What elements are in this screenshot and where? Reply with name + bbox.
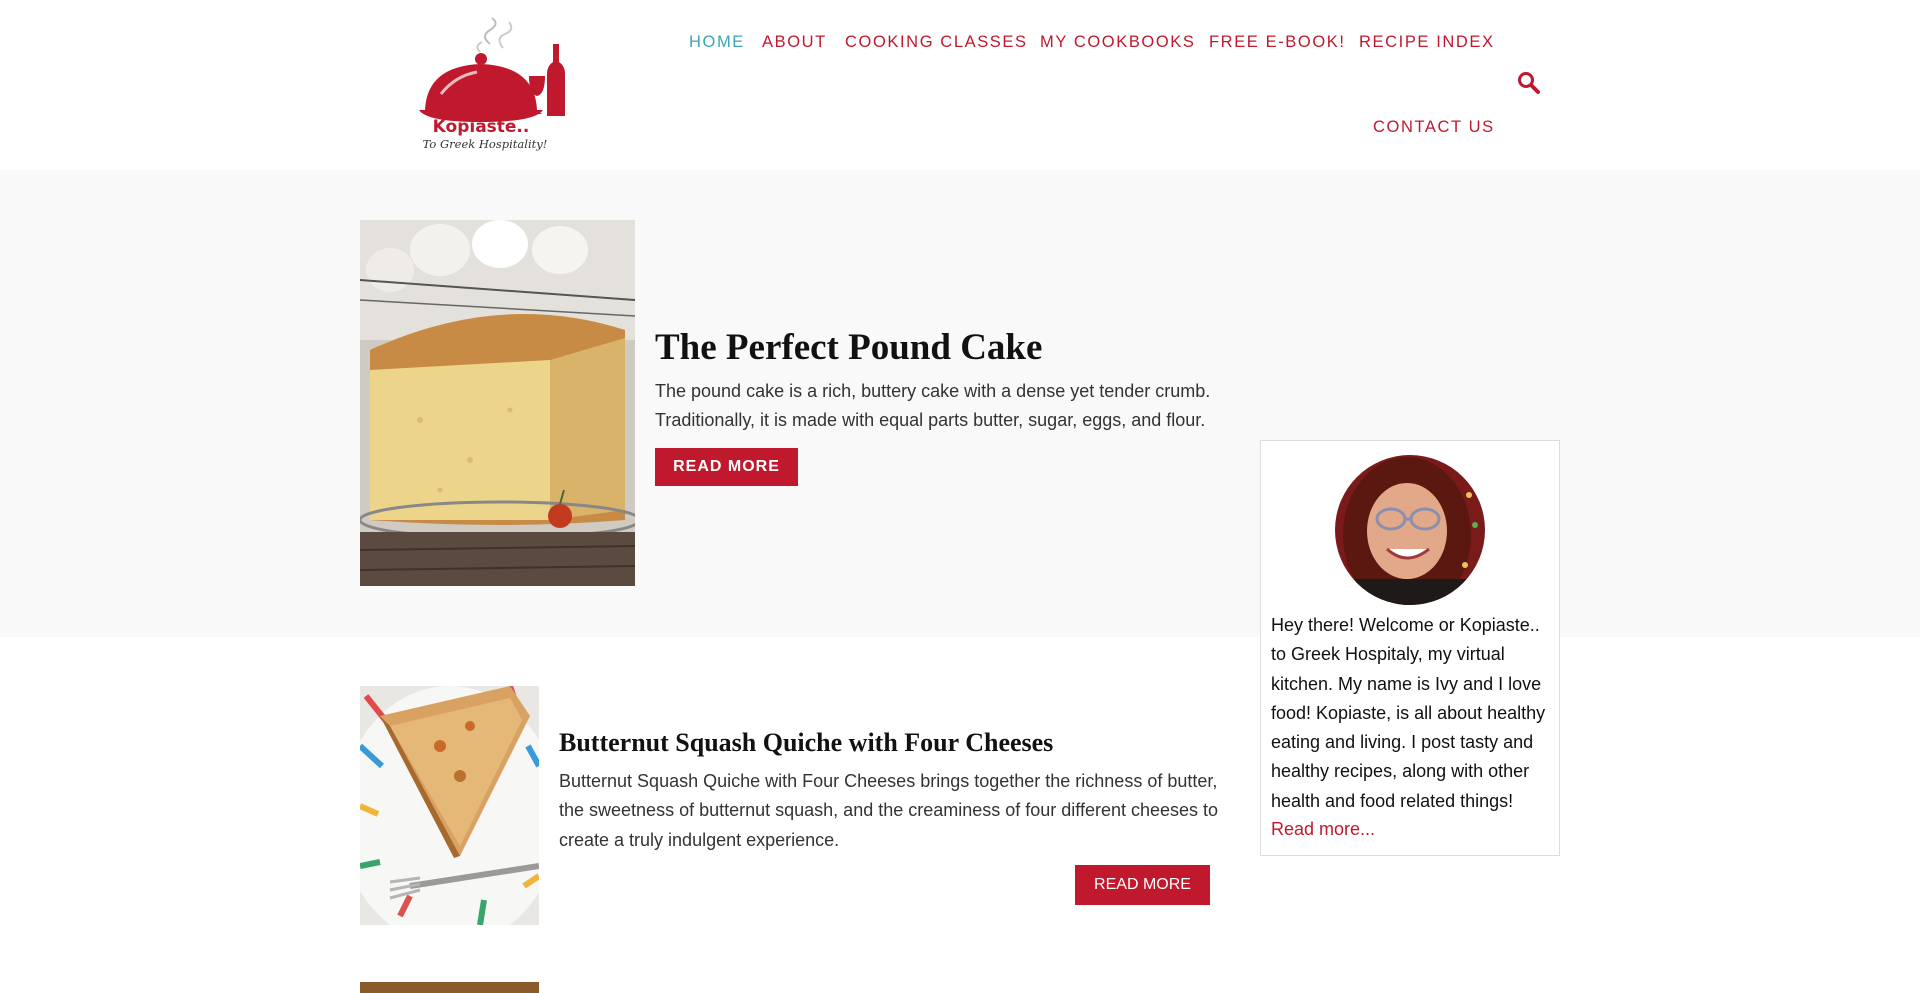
nav-item-contact-us[interactable]: CONTACT US (1373, 113, 1495, 141)
about-widget: Hey there! Welcome or Kopiaste.. to Gree… (1260, 440, 1560, 856)
quiche-image (360, 686, 539, 925)
post-image[interactable] (360, 686, 539, 925)
pound-cake-image (360, 220, 635, 586)
nav-item-free-ebook[interactable]: FREE E-BOOK! (1209, 28, 1346, 56)
featured-post-title[interactable]: The Perfect Pound Cake (655, 326, 1215, 370)
featured-read-more-button[interactable]: READ MORE (655, 448, 798, 486)
author-avatar (1335, 455, 1485, 605)
nav-item-home[interactable]: HOME (689, 28, 745, 56)
post-read-more-button[interactable]: READ MORE (1075, 865, 1210, 905)
nav-item-cooking-classes[interactable]: COOKING CLASSES (845, 28, 1028, 56)
post-excerpt: Butternut Squash Quiche with Four Cheese… (559, 771, 1219, 850)
logo-tagline: To Greek Hospitality! (423, 137, 548, 151)
search-icon (1518, 72, 1540, 94)
featured-post-excerpt: The pound cake is a rich, buttery cake w… (655, 381, 1211, 430)
featured-post-image[interactable] (360, 220, 635, 586)
site-logo[interactable]: Kopiaste.. To Greek Hospitality! (385, 14, 577, 154)
nav-item-recipe-index[interactable]: RECIPE INDEX (1359, 28, 1495, 56)
author-photo (1335, 455, 1485, 605)
site-header: Kopiaste.. To Greek Hospitality! HOME AB… (0, 0, 1920, 170)
nav-item-my-cookbooks[interactable]: MY COOKBOOKS (1040, 28, 1196, 56)
post-title[interactable]: Butternut Squash Quiche with Four Cheese… (559, 726, 1209, 760)
about-read-more-link[interactable]: Read more... (1271, 815, 1375, 844)
about-text: Hey there! Welcome or Kopiaste.. to Gree… (1271, 615, 1546, 811)
search-button[interactable] (1516, 70, 1542, 96)
nav-item-about[interactable]: ABOUT (762, 28, 827, 56)
next-post-image[interactable] (360, 982, 539, 993)
cloche-logo-icon: Kopiaste.. To Greek Hospitality! (419, 17, 565, 151)
logo-brand-text: Kopiaste.. (433, 117, 530, 137)
